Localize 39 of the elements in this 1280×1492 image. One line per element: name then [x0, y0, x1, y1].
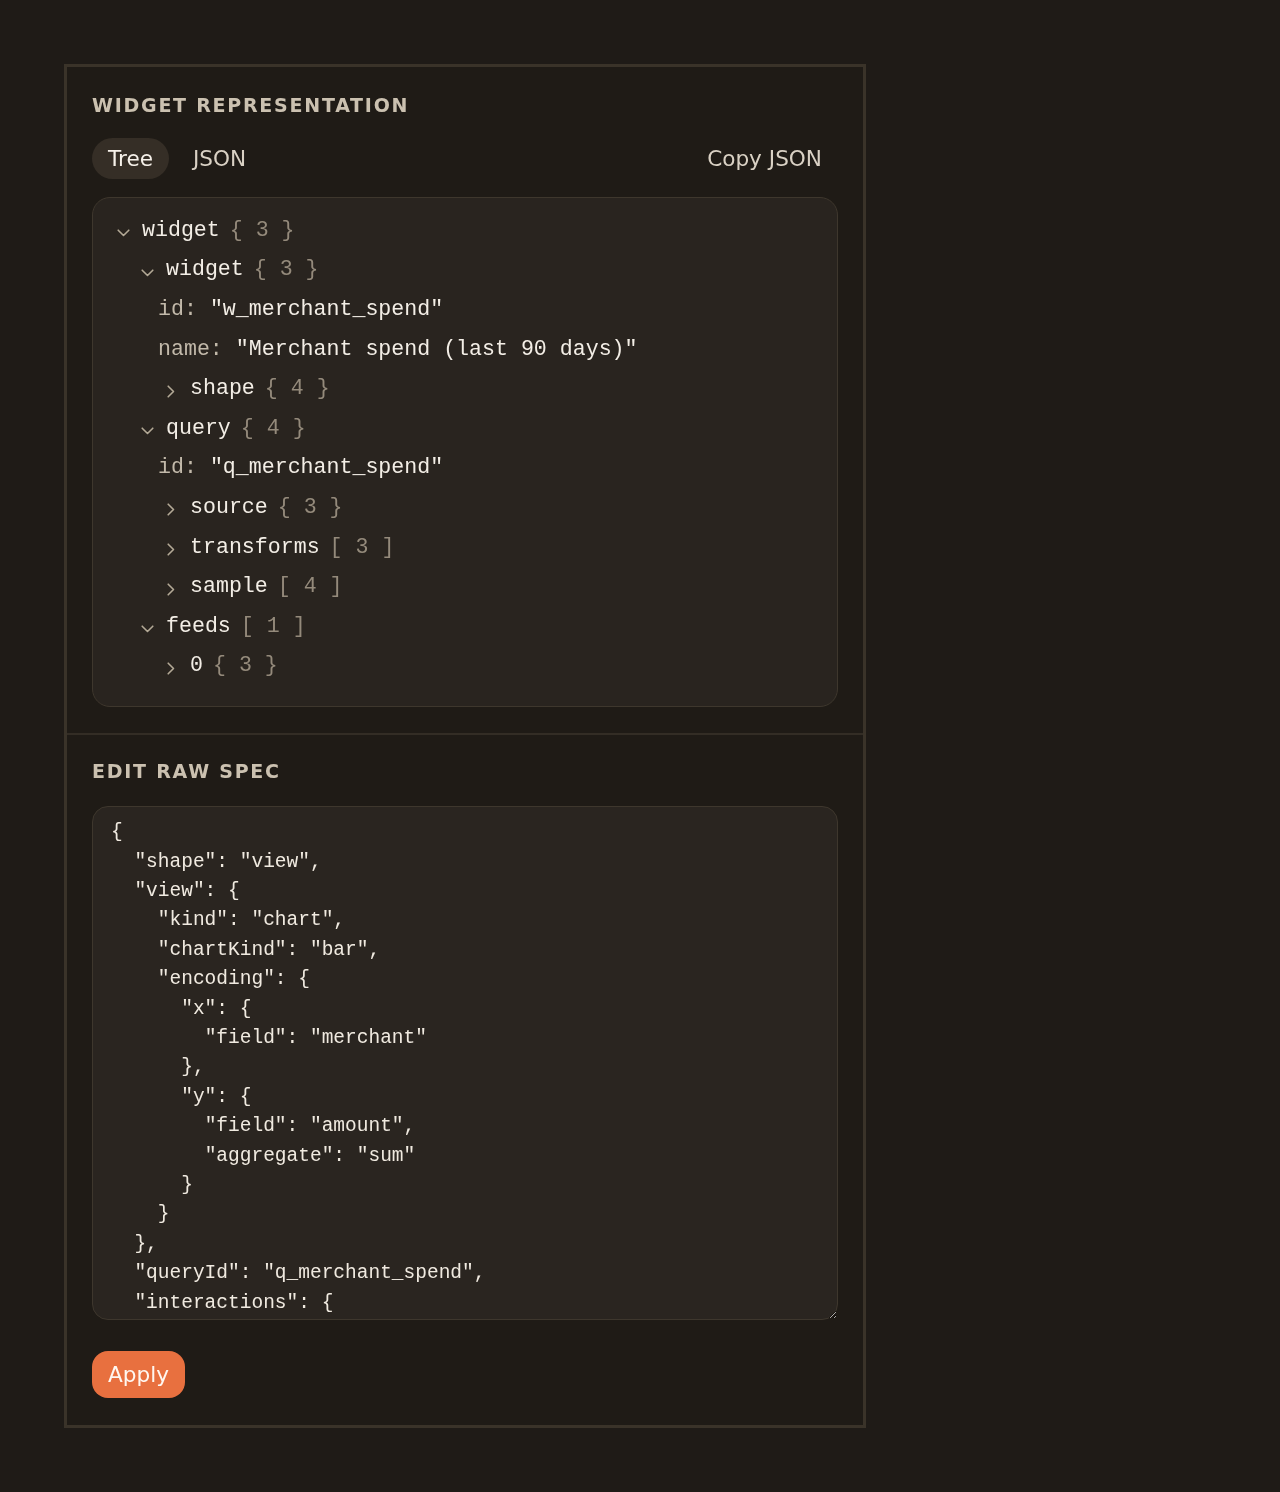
tab[interactable]: Tree	[92, 138, 169, 179]
tree-key[interactable]: transforms	[190, 534, 320, 559]
property-key: id:	[158, 455, 197, 480]
child-count: [ 4 ]	[277, 574, 343, 599]
chevron-down-icon[interactable]	[141, 427, 154, 436]
chevron-right-icon[interactable]	[167, 503, 175, 517]
tree-key[interactable]: sample	[190, 574, 268, 599]
child-count: { 3 }	[212, 653, 278, 678]
property-key: name:	[158, 336, 223, 361]
tab[interactable]: JSON	[177, 138, 263, 179]
tree-key[interactable]: feeds	[166, 613, 231, 638]
child-count: { 4 }	[264, 376, 330, 401]
child-count: { 3 }	[253, 257, 319, 282]
chevron-right-icon[interactable]	[167, 384, 175, 398]
chevron-right-icon[interactable]	[167, 582, 175, 596]
child-count: { 3 }	[229, 217, 295, 242]
tree-key[interactable]: query	[166, 415, 231, 440]
chevron-right-icon[interactable]	[167, 661, 175, 675]
copy-json-button[interactable]: Copy JSON	[691, 138, 838, 179]
property-key: id:	[158, 297, 197, 321]
property-value: "w_merchant_spend"	[209, 297, 444, 321]
spec-editor[interactable]: { "shape": "view", "view": { "kind": "chart", "chartKind": "bar", "encoding": { "x": { "field": "merchant" }, "y": { "field": "amount", "aggregate": "sum" } } }, "queryId": "q_merchant_spend", "interactions": {	[92, 806, 838, 1321]
property-value: "Merchant spend (last 90 days)"	[235, 336, 638, 361]
tree-key[interactable]: widget	[142, 217, 220, 242]
chevron-down-icon[interactable]	[141, 625, 154, 634]
child-count: [ 1 ]	[240, 613, 306, 638]
chevron-right-icon[interactable]	[167, 543, 175, 557]
child-count: { 4 }	[240, 415, 306, 440]
child-count: [ 3 ]	[329, 534, 395, 559]
chevron-down-icon[interactable]	[141, 268, 154, 277]
section-title: EDIT RAW SPEC	[92, 759, 282, 784]
tree-key[interactable]: widget	[166, 257, 244, 282]
chevron-down-icon[interactable]	[117, 229, 130, 238]
child-count: { 3 }	[277, 494, 343, 519]
tree-key[interactable]: 0	[190, 653, 203, 678]
section-title: WIDGET REPRESENTATION	[92, 93, 411, 117]
tree-key[interactable]: source	[190, 494, 268, 519]
property-value: "q_merchant_spend"	[209, 455, 444, 480]
tree-key[interactable]: shape	[190, 376, 255, 401]
